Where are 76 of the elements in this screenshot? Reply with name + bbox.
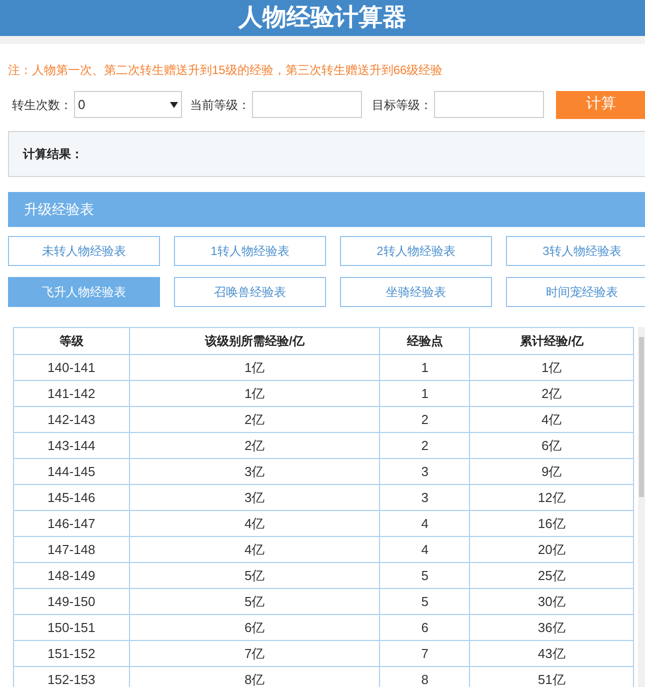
table-tab[interactable]: 时间宠经验表 xyxy=(506,277,645,307)
table-cell: 5 xyxy=(380,589,470,615)
target-level-field[interactable] xyxy=(434,91,544,118)
table-cell: 3 xyxy=(380,459,470,485)
table-cell: 2亿 xyxy=(130,407,380,433)
column-header: 累计经验/亿 xyxy=(470,328,634,355)
table-tab[interactable]: 飞升人物经验表 xyxy=(8,277,160,307)
result-label: 计算结果： xyxy=(23,146,83,163)
table-cell: 2 xyxy=(380,433,470,459)
table-cell: 3亿 xyxy=(130,485,380,511)
current-level-field[interactable] xyxy=(252,91,362,118)
table-cell: 8 xyxy=(380,667,470,687)
table-cell: 4亿 xyxy=(470,407,634,433)
table-cell: 1亿 xyxy=(130,381,380,407)
table-cell: 146-147 xyxy=(14,511,130,537)
table-cell: 143-144 xyxy=(14,433,130,459)
page-title: 人物经验计算器 xyxy=(238,3,406,31)
table-cell: 5亿 xyxy=(130,563,380,589)
table-cell: 1亿 xyxy=(130,355,380,381)
table-cell: 2 xyxy=(380,407,470,433)
table-tab[interactable]: 3转人物经验表 xyxy=(506,236,645,266)
column-header: 经验点 xyxy=(380,328,470,355)
table-cell: 144-145 xyxy=(14,459,130,485)
rebirth-select[interactable]: 0 xyxy=(74,91,182,118)
table-cell: 8亿 xyxy=(130,667,380,687)
table-cell: 148-149 xyxy=(14,563,130,589)
table-cell: 16亿 xyxy=(470,511,634,537)
column-header: 该级别所需经验/亿 xyxy=(130,328,380,355)
section-title: 升级经验表 xyxy=(24,200,94,219)
table-cell: 141-142 xyxy=(14,381,130,407)
table-cell: 4 xyxy=(380,537,470,563)
table-cell: 3 xyxy=(380,485,470,511)
table-tab[interactable]: 2转人物经验表 xyxy=(340,236,492,266)
table-tab[interactable]: 1转人物经验表 xyxy=(174,236,326,266)
table-cell: 1亿 xyxy=(470,355,634,381)
table-tab[interactable]: 召唤兽经验表 xyxy=(174,277,326,307)
table-cell: 1 xyxy=(380,355,470,381)
table-cell: 5 xyxy=(380,563,470,589)
table-cell: 7 xyxy=(380,641,470,667)
table-cell: 7亿 xyxy=(130,641,380,667)
dropdown-icon xyxy=(170,102,178,108)
table-cell: 43亿 xyxy=(470,641,634,667)
table-cell: 36亿 xyxy=(470,615,634,641)
table-cell: 152-153 xyxy=(14,667,130,687)
table-cell: 12亿 xyxy=(470,485,634,511)
table-cell: 5亿 xyxy=(130,589,380,615)
table-cell: 25亿 xyxy=(470,563,634,589)
table-cell: 2亿 xyxy=(130,433,380,459)
table-cell: 4亿 xyxy=(130,537,380,563)
rebirth-label: 转生次数： xyxy=(12,96,72,114)
table-cell: 51亿 xyxy=(470,667,634,687)
table-cell: 3亿 xyxy=(130,459,380,485)
calculate-button[interactable]: 计算 xyxy=(556,90,645,118)
table-cell: 30亿 xyxy=(470,589,634,615)
table-cell: 9亿 xyxy=(470,459,634,485)
note-text: 注：人物第一次、第二次转生赠送升到15级的经验，第三次转生赠送升到66级经验 xyxy=(8,62,444,78)
current-level-label: 当前等级： xyxy=(190,96,250,114)
table-cell: 149-150 xyxy=(14,589,130,615)
table-cell: 1 xyxy=(380,381,470,407)
table-cell: 145-146 xyxy=(14,485,130,511)
table-cell: 20亿 xyxy=(470,537,634,563)
column-header: 等级 xyxy=(14,328,130,355)
table-cell: 4 xyxy=(380,511,470,537)
target-level-label: 目标等级： xyxy=(372,96,432,114)
table-cell: 150-151 xyxy=(14,615,130,641)
table-cell: 140-141 xyxy=(14,355,130,381)
table-cell: 147-148 xyxy=(14,537,130,563)
table-cell: 142-143 xyxy=(14,407,130,433)
table-cell: 6亿 xyxy=(470,433,634,459)
table-cell: 6 xyxy=(380,615,470,641)
table-cell: 6亿 xyxy=(130,615,380,641)
table-tab[interactable]: 坐骑经验表 xyxy=(340,277,492,307)
table-cell: 2亿 xyxy=(470,381,634,407)
table-cell: 151-152 xyxy=(14,641,130,667)
table-cell: 4亿 xyxy=(130,511,380,537)
table-tab[interactable]: 未转人物经验表 xyxy=(8,236,160,266)
